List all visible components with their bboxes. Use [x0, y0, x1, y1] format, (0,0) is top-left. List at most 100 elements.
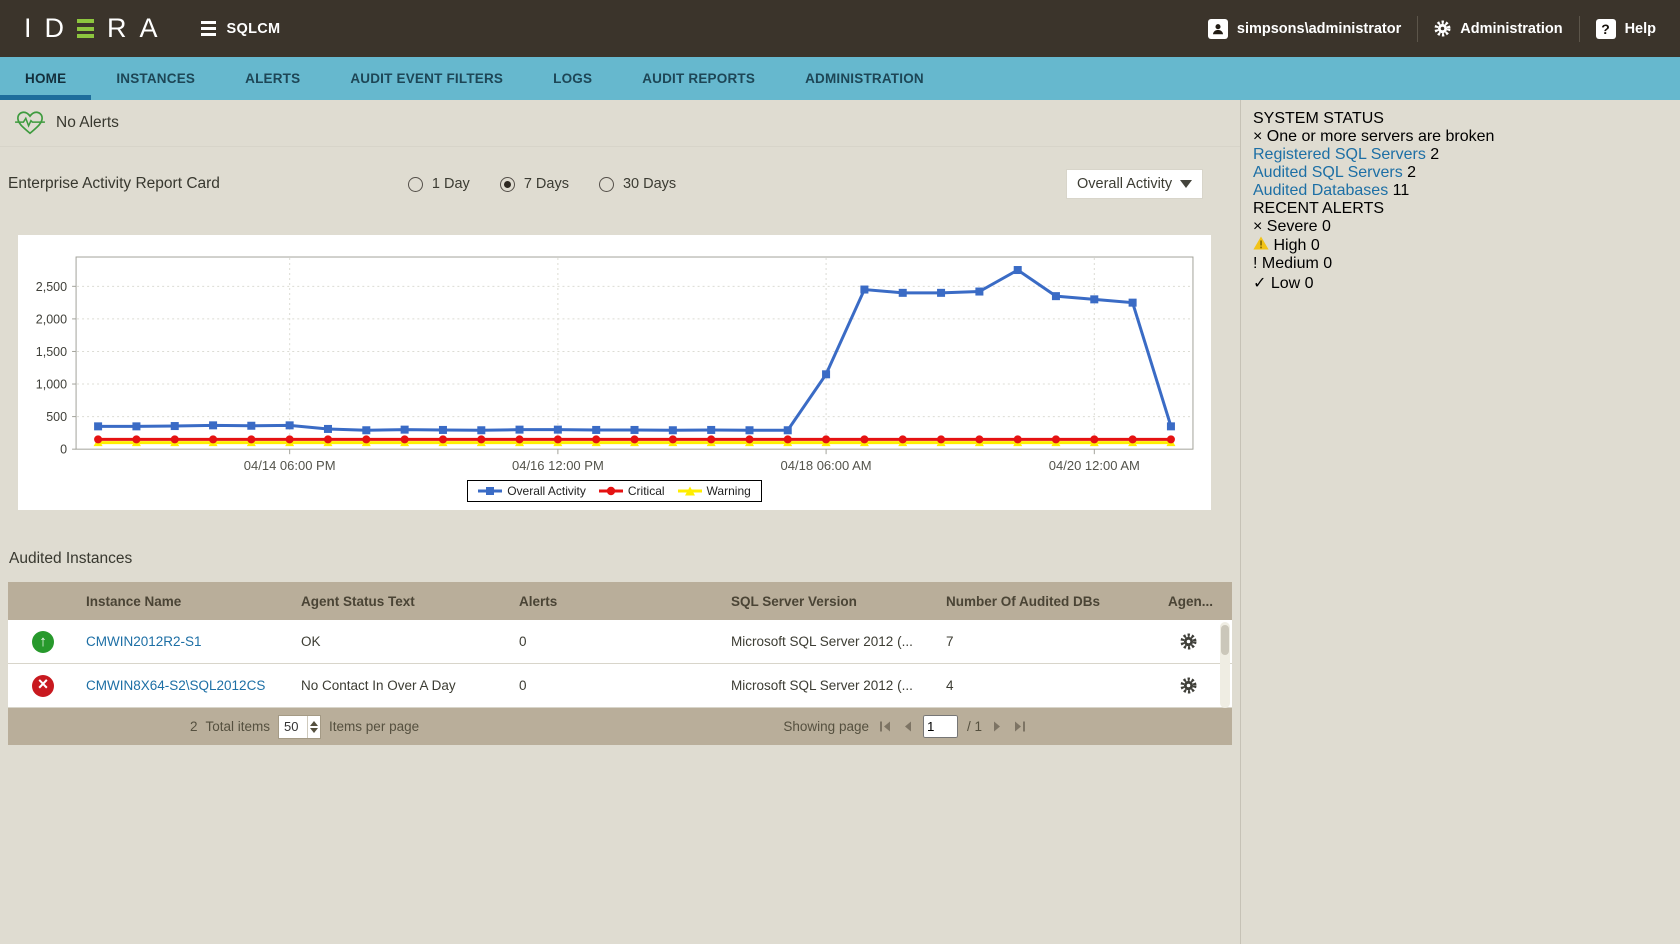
chart-legend: Overall Activity Critical Warning [24, 480, 1205, 502]
showing-page-label: Showing page [783, 719, 869, 734]
system-warning-text: One or more servers are broken [1267, 128, 1495, 145]
agent-status-cell: OK [293, 634, 511, 649]
table-scrollbar[interactable] [1220, 622, 1230, 708]
tab-alerts[interactable]: ALERTS [220, 57, 325, 100]
metric-dropdown-value: Overall Activity [1077, 176, 1172, 192]
radio-circle [599, 177, 614, 192]
medium-alerts-link[interactable]: ! Medium [1253, 255, 1323, 272]
status-up-icon [32, 631, 54, 653]
audited-instances-title: Audited Instances [9, 550, 1240, 568]
low-alerts-link[interactable]: ✓ Low [1253, 275, 1305, 292]
svg-text:500: 500 [46, 410, 67, 424]
svg-text:04/16 12:00 PM: 04/16 12:00 PM [512, 458, 604, 473]
severe-alerts-count: 0 [1322, 218, 1331, 235]
product-name: SQLCM [227, 21, 281, 37]
high-alerts-count: 0 [1311, 237, 1320, 254]
audited-sql-servers-value: 2 [1407, 164, 1416, 181]
tab-home[interactable]: HOME [0, 57, 91, 100]
tab-administration[interactable]: ADMINISTRATION [780, 57, 949, 100]
dbs-cell: 4 [938, 678, 1160, 693]
version-cell: Microsoft SQL Server 2012 (... [723, 678, 938, 693]
col-number-audited-dbs[interactable]: Number Of Audited DBs [938, 594, 1160, 609]
alerts-cell: 0 [511, 634, 723, 649]
col-alerts[interactable]: Alerts [511, 594, 723, 609]
row-actions-gear-icon[interactable] [1168, 633, 1197, 650]
next-page-icon[interactable] [991, 720, 1004, 733]
spinner-arrows[interactable] [307, 716, 320, 738]
app-header: IDRA SQLCM simpsons\administrator Admini… [0, 0, 1680, 57]
idera-logo[interactable]: IDRA [24, 13, 171, 44]
report-controls: Enterprise Activity Report Card 1 Day 7 … [8, 167, 1232, 201]
radio-1-day[interactable]: 1 Day [408, 176, 470, 192]
audited-databases-value: 11 [1393, 182, 1410, 199]
tab-audit-reports[interactable]: AUDIT REPORTS [617, 57, 780, 100]
col-agent-actions[interactable]: Agen... [1160, 594, 1232, 609]
user-icon [1208, 19, 1228, 39]
row-actions-gear-icon[interactable] [1168, 677, 1197, 694]
instance-link[interactable]: CMWIN2012R2-S1 [86, 634, 202, 649]
report-card-title: Enterprise Activity Report Card [8, 175, 220, 193]
chevron-down-icon [1180, 180, 1192, 188]
page-number-input[interactable] [923, 715, 958, 738]
svg-text:2,500: 2,500 [36, 280, 67, 294]
topbar-right: simpsons\administrator Administration ? … [1208, 16, 1656, 42]
svg-text:1,000: 1,000 [36, 378, 67, 392]
legend-overall-activity: Overall Activity [478, 484, 586, 498]
radio-30-days[interactable]: 30 Days [599, 176, 676, 192]
dbs-cell: 7 [938, 634, 1160, 649]
alert-item: × Severe 0 [1253, 218, 1670, 236]
registered-sql-servers-link[interactable]: Registered SQL Servers [1253, 146, 1426, 163]
audited-databases-link[interactable]: Audited Databases [1253, 182, 1388, 199]
items-per-page-input[interactable] [279, 716, 307, 738]
status-item: Registered SQL Servers 2 [1253, 146, 1670, 164]
svg-text:04/14 06:00 PM: 04/14 06:00 PM [244, 458, 336, 473]
radio-circle [500, 177, 515, 192]
system-warning-row: × One or more servers are broken [1253, 128, 1670, 146]
svg-text:1,500: 1,500 [36, 345, 67, 359]
items-per-page-spinner [278, 715, 321, 739]
tab-audit-event-filters[interactable]: AUDIT EVENT FILTERS [325, 57, 528, 100]
system-status-title: SYSTEM STATUS [1253, 110, 1670, 128]
status-down-icon [32, 675, 54, 697]
system-status-panel: SYSTEM STATUS × One or more servers are … [1253, 110, 1670, 200]
first-page-icon[interactable] [878, 720, 892, 733]
warning-triangle-icon [1253, 236, 1269, 250]
hamburger-icon[interactable] [201, 21, 216, 36]
user-menu[interactable]: simpsons\administrator [1208, 19, 1401, 39]
high-alerts-link[interactable]: High [1253, 237, 1311, 254]
activity-chart-panel: 0 500 1,000 1,500 2,000 2,500 04/14 06:00 PM 04… [18, 235, 1211, 510]
col-instance-name[interactable]: Instance Name [78, 594, 293, 609]
help-menu[interactable]: ? Help [1596, 19, 1656, 39]
tab-instances[interactable]: INSTANCES [91, 57, 220, 100]
administration-menu[interactable]: Administration [1434, 20, 1562, 37]
severe-alerts-link[interactable]: × Severe [1253, 218, 1322, 235]
alert-item: ✓ Low 0 [1253, 273, 1670, 293]
metric-dropdown[interactable]: Overall Activity [1066, 169, 1203, 199]
svg-text:04/18 06:00 AM: 04/18 06:00 AM [781, 458, 872, 473]
recent-alerts-title: RECENT ALERTS [1253, 200, 1670, 218]
legend-critical: Critical [599, 484, 665, 498]
radio-label: 1 Day [432, 176, 470, 192]
gear-icon [1434, 20, 1451, 37]
severe-icon: × [1253, 218, 1262, 235]
low-alerts-count: 0 [1305, 275, 1314, 292]
logo-e-bars [77, 19, 94, 38]
svg-text:2,000: 2,000 [36, 312, 67, 326]
alert-status-banner: No Alerts [0, 100, 1240, 147]
col-sql-server-version[interactable]: SQL Server Version [723, 594, 938, 609]
audited-sql-servers-link[interactable]: Audited SQL Servers [1253, 164, 1403, 181]
svg-text:04/20 12:00 AM: 04/20 12:00 AM [1049, 458, 1140, 473]
tab-logs[interactable]: LOGS [528, 57, 617, 100]
activity-line-chart[interactable]: 0 500 1,000 1,500 2,000 2,500 04/14 06:00 PM 04… [24, 241, 1205, 477]
alert-item: High 0 [1253, 236, 1670, 255]
table-row: CMWIN2012R2-S1 OK 0 Microsoft SQL Server… [8, 620, 1232, 664]
radio-7-days[interactable]: 7 Days [500, 176, 569, 192]
brand-area: IDRA SQLCM [24, 13, 280, 44]
radio-circle [408, 177, 423, 192]
last-page-icon[interactable] [1013, 720, 1027, 733]
col-agent-status[interactable]: Agent Status Text [293, 594, 511, 609]
previous-page-icon[interactable] [901, 720, 914, 733]
table-header-row: Instance Name Agent Status Text Alerts S… [8, 582, 1232, 620]
svg-text:0: 0 [60, 443, 67, 457]
instance-link[interactable]: CMWIN8X64-S2\SQL2012CS [86, 678, 265, 693]
